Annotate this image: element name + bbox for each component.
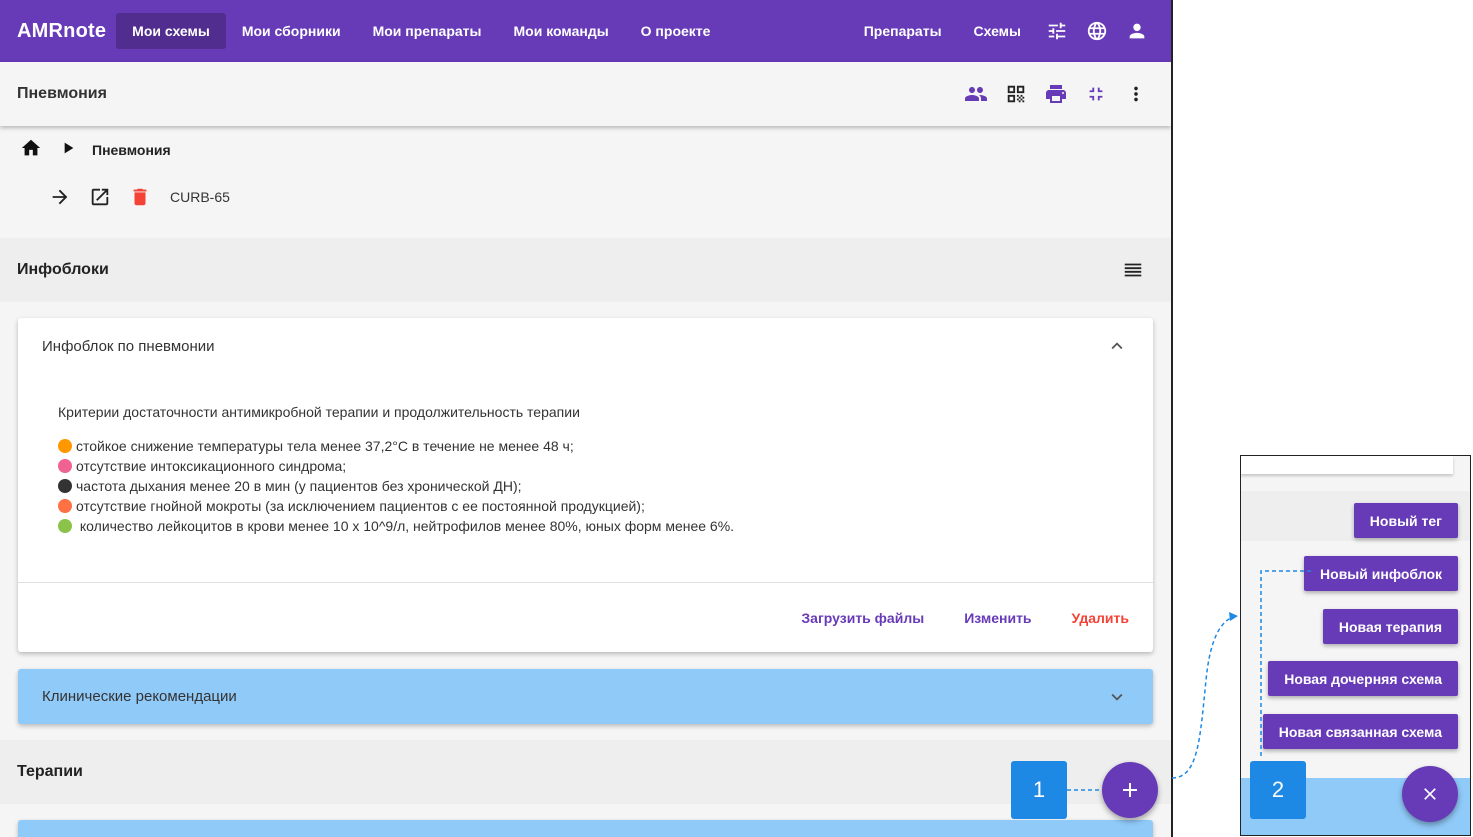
- print-icon[interactable]: [1036, 74, 1076, 114]
- fab-menu-inset: Новый тег Новый инфоблок Новая терапия Н…: [1240, 455, 1471, 836]
- page-title: Пневмония: [17, 85, 107, 102]
- close-fab[interactable]: [1402, 766, 1458, 822]
- close-icon: [1424, 788, 1436, 800]
- qr-code-icon[interactable]: [996, 74, 1036, 114]
- callout-marker-2: 2: [1250, 761, 1306, 819]
- more-vert-icon[interactable]: [1116, 74, 1156, 114]
- collapse-icon[interactable]: [1076, 74, 1116, 114]
- page-toolbar: Пневмония: [0, 62, 1171, 126]
- people-icon[interactable]: [956, 74, 996, 114]
